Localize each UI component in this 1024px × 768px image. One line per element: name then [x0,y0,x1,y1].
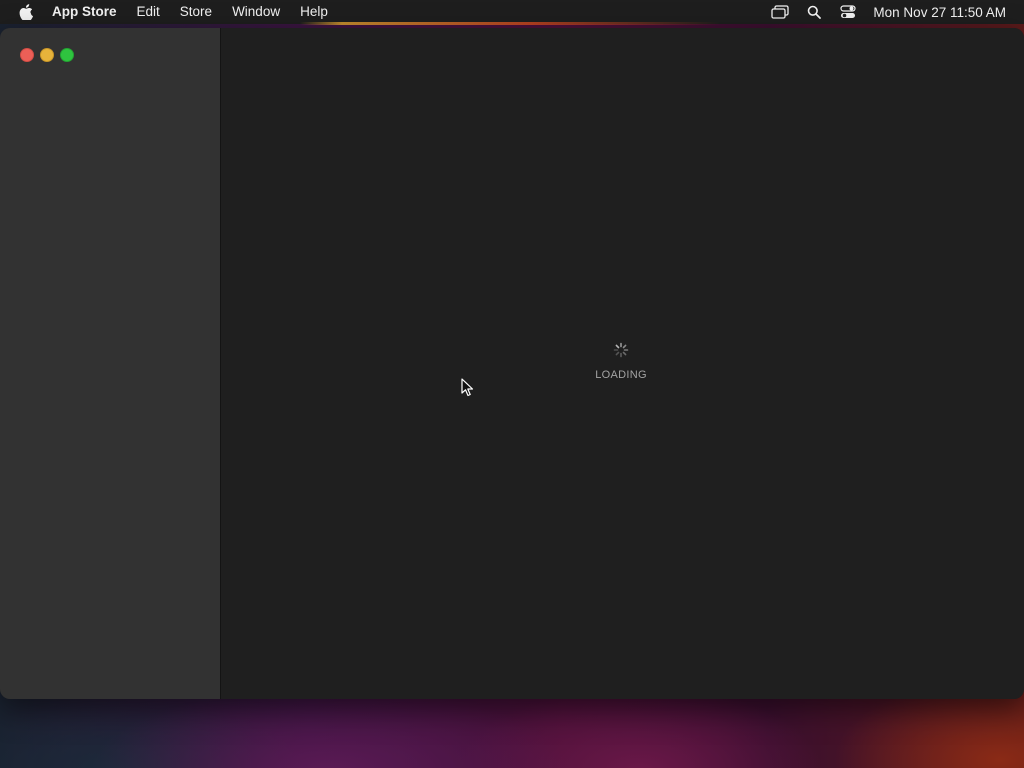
screen-mirroring-icon[interactable] [770,2,790,22]
menu-bar: App Store Edit Store Window Help Mon Nov [0,0,1024,24]
app-store-window: LOADING [0,28,1024,699]
mouse-pointer-icon [461,378,475,398]
menu-help[interactable]: Help [290,0,338,24]
menu-store[interactable]: Store [170,0,222,24]
maximize-window-button[interactable] [60,48,74,62]
minimize-window-button[interactable] [40,48,54,62]
menu-clock[interactable]: Mon Nov 27 11:50 AM [873,5,1006,20]
sidebar [0,28,221,699]
menubar-accent-glow [300,22,720,25]
apple-logo-icon[interactable] [18,4,34,20]
loading-label: LOADING [595,369,647,381]
menu-window[interactable]: Window [222,0,290,24]
control-center-icon[interactable] [838,2,858,22]
close-window-button[interactable] [20,48,34,62]
menu-app-name[interactable]: App Store [52,0,127,24]
spotlight-search-icon[interactable] [804,2,824,22]
main-content: LOADING [221,28,1024,699]
status-area: Mon Nov 27 11:50 AM [763,0,1024,24]
activity-spinner-icon [613,342,629,358]
menu-edit[interactable]: Edit [127,0,170,24]
